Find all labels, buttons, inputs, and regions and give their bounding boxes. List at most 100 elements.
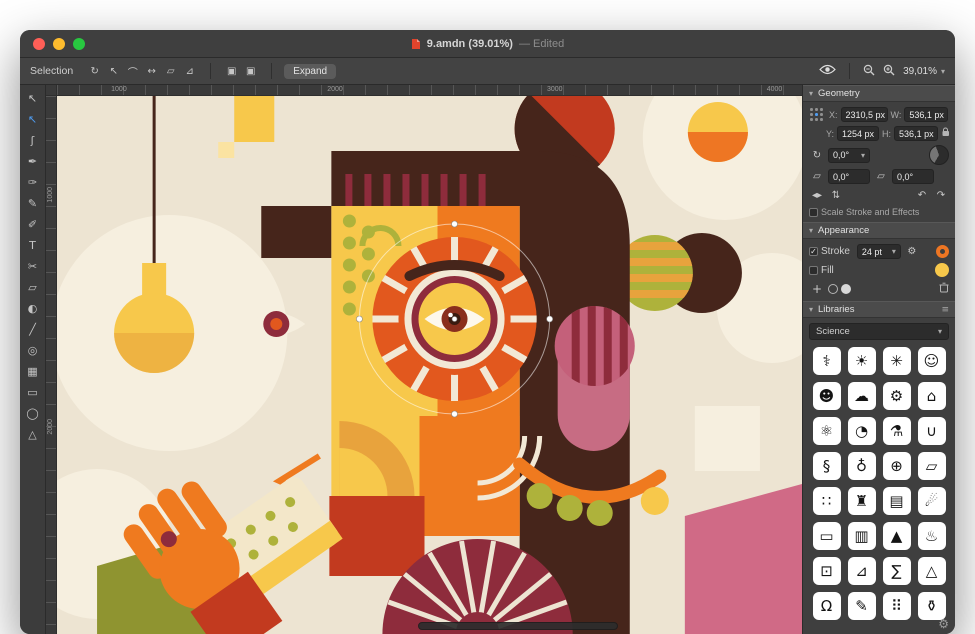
close-button[interactable]: [33, 38, 45, 50]
test-tube-icon[interactable]: ∪: [918, 417, 946, 445]
stroke-color-swatch[interactable]: [936, 245, 949, 258]
gears-icon[interactable]: ⚙: [883, 382, 911, 410]
shear-h-input[interactable]: 0,0°: [828, 169, 870, 184]
globe-stand-icon[interactable]: ♁: [848, 452, 876, 480]
solid-style-swatch[interactable]: [841, 284, 851, 294]
library-select[interactable]: Science ▾: [809, 323, 949, 340]
scale-cursor-icon[interactable]: ↔: [143, 63, 160, 80]
appearance-header[interactable]: ▾ Appearance: [803, 222, 955, 239]
width-input[interactable]: 536,1 px: [904, 107, 948, 122]
geometry-header[interactable]: ▾ Geometry: [803, 85, 955, 102]
beaker-icon[interactable]: ♨: [918, 522, 946, 550]
virus-alt-icon[interactable]: ✳: [883, 347, 911, 375]
artboard[interactable]: [57, 96, 802, 634]
delete-style-button[interactable]: [939, 282, 949, 296]
flip-vertical-button[interactable]: ⇅: [828, 188, 844, 203]
lock-ratio-icon[interactable]: [941, 127, 950, 140]
titlebar[interactable]: 9.amdn (39.01%) — Edited: [20, 30, 955, 58]
eyedropper-tool[interactable]: ╱: [22, 319, 44, 340]
preview-eye-icon[interactable]: [819, 64, 836, 78]
ellipse-tool[interactable]: ◯: [22, 403, 44, 424]
rotation-input[interactable]: 0,0°▾: [828, 148, 870, 163]
rose-shapes[interactable]: [555, 304, 635, 451]
duo-circle[interactable]: [688, 102, 748, 162]
lasso-tool[interactable]: ʃ: [22, 130, 44, 151]
curve-cursor-icon[interactable]: ⌒: [124, 63, 141, 80]
goggles-scientist-icon[interactable]: ☻: [813, 382, 841, 410]
pills-grid-icon[interactable]: ∷: [813, 487, 841, 515]
node-tool[interactable]: ↖: [22, 109, 44, 130]
move-cursor-icon[interactable]: ↖: [105, 63, 122, 80]
scissors-tool[interactable]: ✂: [22, 256, 44, 277]
expand-button[interactable]: Expand: [284, 64, 336, 79]
globe-icon[interactable]: ⊕: [883, 452, 911, 480]
scale-stroke-checkbox[interactable]: [809, 208, 818, 217]
virus-icon[interactable]: ☀: [848, 347, 876, 375]
university-icon[interactable]: ⌂: [918, 382, 946, 410]
zoom-tool[interactable]: ◎: [22, 340, 44, 361]
no-style-swatch[interactable]: [828, 284, 838, 294]
libraries-menu-icon[interactable]: ≡: [941, 305, 949, 315]
fullscreen-button[interactable]: [73, 38, 85, 50]
brain-icon[interactable]: ☁: [848, 382, 876, 410]
zoom-out-icon[interactable]: [863, 64, 875, 79]
observatory-icon[interactable]: Ω: [813, 592, 841, 620]
dots-icon[interactable]: ⠿: [883, 592, 911, 620]
pencil-tool[interactable]: ✎: [22, 193, 44, 214]
robot-icon[interactable]: ⊡: [813, 557, 841, 585]
x-input[interactable]: 2310,5 px: [841, 107, 888, 122]
math-icon[interactable]: ∑: [883, 557, 911, 585]
polygon-tool[interactable]: △: [22, 424, 44, 445]
thermometer-icon[interactable]: ⚕: [813, 347, 841, 375]
rotation-dial[interactable]: [929, 145, 949, 165]
chart-icon[interactable]: ◔: [848, 417, 876, 445]
scientist-icon[interactable]: ☺: [918, 347, 946, 375]
notebook-icon[interactable]: ▤: [883, 487, 911, 515]
rotate-ccw-button[interactable]: ↶: [914, 188, 930, 203]
eraser-tool[interactable]: ▱: [22, 277, 44, 298]
pill-icon[interactable]: ▱: [918, 452, 946, 480]
minimize-button[interactable]: [53, 38, 65, 50]
height-input[interactable]: 536,1 px: [894, 126, 938, 141]
fill-tool[interactable]: ◐: [22, 298, 44, 319]
brush-tool[interactable]: ✐: [22, 214, 44, 235]
microscope-icon[interactable]: ☄: [918, 487, 946, 515]
horizontal-scrollbar[interactable]: [418, 622, 618, 630]
shear-v-input[interactable]: 0,0°: [892, 169, 934, 184]
dna-icon[interactable]: §: [813, 452, 841, 480]
fill-color-swatch[interactable]: [935, 263, 949, 277]
rectangle-tool[interactable]: ▭: [22, 382, 44, 403]
fill-checkbox[interactable]: [809, 266, 818, 275]
move-tool[interactable]: ↖: [22, 88, 44, 109]
prism-icon[interactable]: △: [918, 557, 946, 585]
libraries-header[interactable]: ▾ Libraries ≡: [803, 301, 955, 318]
rotate-cw-button[interactable]: ↷: [933, 188, 949, 203]
node-pen-tool[interactable]: ✑: [22, 172, 44, 193]
insert-behind-button[interactable]: ▣: [223, 63, 240, 80]
sketch-icon[interactable]: ✎: [848, 592, 876, 620]
text-tool[interactable]: T: [22, 235, 44, 256]
open-book-icon[interactable]: ▥: [848, 522, 876, 550]
flask-alt-icon[interactable]: ⚱: [918, 592, 946, 620]
ruler-icon[interactable]: ⊿: [848, 557, 876, 585]
graduation-cap-icon[interactable]: ▲: [883, 522, 911, 550]
table-tool[interactable]: ▦: [22, 361, 44, 382]
striped-olive-circle[interactable]: [613, 233, 742, 313]
stroke-checkbox[interactable]: ✓: [809, 247, 818, 256]
flask-icon[interactable]: ⚗: [883, 417, 911, 445]
panel-settings-gear-icon[interactable]: ⚙: [938, 617, 949, 631]
perspective-cursor-icon[interactable]: ⊿: [181, 63, 198, 80]
transform-origin-widget[interactable]: [809, 107, 824, 122]
atom-icon[interactable]: ⚛: [813, 417, 841, 445]
canvas-area[interactable]: 1000200030004000 10002000: [46, 85, 802, 634]
y-input[interactable]: 1254 px: [837, 126, 879, 141]
shear-cursor-icon[interactable]: ▱: [162, 63, 179, 80]
museum-icon[interactable]: ♜: [848, 487, 876, 515]
zoom-level-select[interactable]: 39,01% ▾: [903, 66, 945, 77]
zoom-in-icon[interactable]: [883, 64, 895, 79]
add-style-button[interactable]: +: [809, 281, 825, 296]
insert-inside-button[interactable]: ▣: [242, 63, 259, 80]
flip-horizontal-button[interactable]: ◂▸: [809, 188, 825, 203]
stroke-settings-gear-icon[interactable]: ⚙: [904, 244, 920, 259]
monitor-icon[interactable]: ▭: [813, 522, 841, 550]
